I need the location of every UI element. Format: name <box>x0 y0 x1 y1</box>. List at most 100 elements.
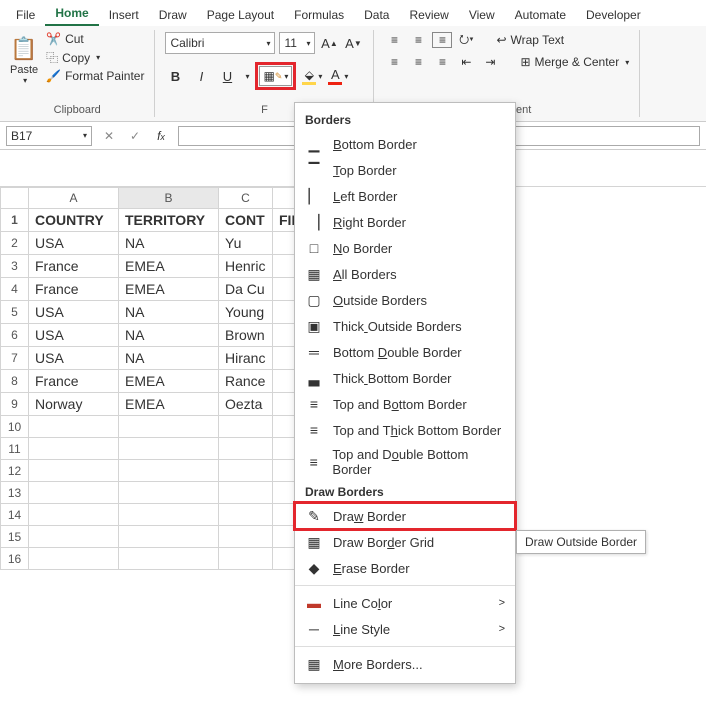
row-header[interactable]: 10 <box>1 416 29 438</box>
menu-item-draw-border[interactable]: ✎Draw Border <box>295 503 515 529</box>
increase-font-button[interactable]: A▲ <box>319 33 339 53</box>
cell[interactable]: USA <box>29 347 119 370</box>
cell[interactable]: USA <box>29 324 119 347</box>
menu-item-erase-border[interactable]: ◆Erase Border <box>295 555 515 581</box>
row-header[interactable]: 14 <box>1 504 29 526</box>
cell[interactable] <box>29 548 119 570</box>
align-center-button[interactable]: ≡ <box>408 54 428 70</box>
cell[interactable]: EMEA <box>119 370 219 393</box>
merge-center-button[interactable]: ⊞ Merge & Center ▾ <box>520 54 629 70</box>
font-size-select[interactable]: 11 ▾ <box>279 32 315 54</box>
cell[interactable] <box>29 526 119 548</box>
menu-item-thick-outside-borders[interactable]: ▣Thick Outside Borders <box>295 313 515 339</box>
copy-button[interactable]: ⿻ Copy ▾ <box>46 49 144 66</box>
tab-home[interactable]: Home <box>45 2 98 26</box>
wrap-text-button[interactable]: ↩ Wrap Text <box>496 32 564 48</box>
menu-item-top-and-thick-bottom-border[interactable]: ≡Top and Thick Bottom Border <box>295 417 515 443</box>
menu-item-right-border[interactable]: ▕Right Border <box>295 209 515 235</box>
menu-item-all-borders[interactable]: ▦All Borders <box>295 261 515 287</box>
align-bottom-button[interactable]: ≡ <box>432 32 452 48</box>
cell[interactable]: CONT <box>219 209 273 232</box>
font-color-button[interactable]: A▾ <box>328 67 348 85</box>
cell[interactable] <box>219 416 273 438</box>
cell[interactable]: Young <box>219 301 273 324</box>
cell[interactable] <box>29 416 119 438</box>
fill-color-button[interactable]: ⬙▾ <box>302 68 322 85</box>
row-header[interactable]: 8 <box>1 370 29 393</box>
underline-button[interactable]: U <box>217 66 237 86</box>
column-header-B[interactable]: B <box>119 188 219 209</box>
decrease-indent-button[interactable]: ⇤ <box>456 54 476 70</box>
cell[interactable] <box>219 460 273 482</box>
cell[interactable]: NA <box>119 347 219 370</box>
row-header[interactable]: 4 <box>1 278 29 301</box>
cell[interactable]: TERRITORY <box>119 209 219 232</box>
menu-item-more-borders-[interactable]: ▦More Borders... <box>295 651 515 677</box>
menu-item-top-border[interactable]: ▔Top Border <box>295 157 515 183</box>
cell[interactable]: Rance <box>219 370 273 393</box>
row-header[interactable]: 6 <box>1 324 29 347</box>
menu-item-top-and-double-bottom-border[interactable]: ≡Top and Double Bottom Border <box>295 443 515 481</box>
align-left-button[interactable]: ≡ <box>384 54 404 70</box>
menu-item-thick-bottom-border[interactable]: ▃Thick Bottom Border <box>295 365 515 391</box>
cell[interactable] <box>219 438 273 460</box>
menu-item-bottom-double-border[interactable]: ═Bottom Double Border <box>295 339 515 365</box>
row-header[interactable]: 16 <box>1 548 29 570</box>
row-header[interactable]: 2 <box>1 232 29 255</box>
tab-insert[interactable]: Insert <box>99 4 149 26</box>
cell[interactable] <box>119 438 219 460</box>
cell[interactable] <box>119 548 219 570</box>
cell[interactable]: Norway <box>29 393 119 416</box>
bold-button[interactable]: B <box>165 66 185 86</box>
cell[interactable] <box>219 548 273 570</box>
column-header-C[interactable]: C <box>219 188 273 209</box>
cell[interactable]: Hiranc <box>219 347 273 370</box>
increase-indent-button[interactable]: ⇥ <box>480 54 500 70</box>
cell[interactable]: Yu <box>219 232 273 255</box>
borders-dropdown-button[interactable]: ▦ ✎ ▾ <box>259 66 292 86</box>
menu-item-line-color[interactable]: ▬Line Color> <box>295 590 515 616</box>
tab-data[interactable]: Data <box>354 4 399 26</box>
menu-item-bottom-border[interactable]: ▁Bottom Border <box>295 131 515 157</box>
row-header[interactable]: 15 <box>1 526 29 548</box>
cell[interactable]: USA <box>29 301 119 324</box>
cell[interactable]: EMEA <box>119 393 219 416</box>
cell[interactable]: Henric <box>219 255 273 278</box>
italic-button[interactable]: I <box>191 66 211 86</box>
cell[interactable]: NA <box>119 232 219 255</box>
cell[interactable]: NA <box>119 324 219 347</box>
tab-draw[interactable]: Draw <box>149 4 197 26</box>
cell[interactable]: France <box>29 278 119 301</box>
format-painter-button[interactable]: 🖌️ Format Painter <box>46 69 144 83</box>
tab-view[interactable]: View <box>459 4 505 26</box>
row-header[interactable]: 9 <box>1 393 29 416</box>
cell[interactable]: Da Cu <box>219 278 273 301</box>
cell[interactable]: Brown <box>219 324 273 347</box>
cell[interactable]: COUNTRY <box>29 209 119 232</box>
cell[interactable] <box>29 482 119 504</box>
cell[interactable] <box>219 504 273 526</box>
menu-item-left-border[interactable]: ▏Left Border <box>295 183 515 209</box>
cell[interactable]: NA <box>119 301 219 324</box>
row-header[interactable]: 13 <box>1 482 29 504</box>
enter-formula-button[interactable]: ✓ <box>126 129 144 143</box>
cell[interactable]: EMEA <box>119 278 219 301</box>
font-name-select[interactable]: Calibri ▾ <box>165 32 275 54</box>
cell[interactable] <box>119 416 219 438</box>
align-right-button[interactable]: ≡ <box>432 54 452 70</box>
cancel-formula-button[interactable]: ✕ <box>100 129 118 143</box>
cell[interactable] <box>119 460 219 482</box>
tab-developer[interactable]: Developer <box>576 4 651 26</box>
tab-formulas[interactable]: Formulas <box>284 4 354 26</box>
paste-button[interactable]: 📋 Paste ▾ <box>10 32 38 85</box>
cell[interactable] <box>119 526 219 548</box>
tab-review[interactable]: Review <box>399 4 458 26</box>
row-header[interactable]: 1 <box>1 209 29 232</box>
menu-item-line-style[interactable]: ─Line Style> <box>295 616 515 642</box>
cut-button[interactable]: ✂️ Cut <box>46 32 144 46</box>
cell[interactable] <box>119 482 219 504</box>
menu-item-draw-border-grid[interactable]: ▦Draw Border Grid <box>295 529 515 555</box>
menu-item-no-border[interactable]: □No Border <box>295 235 515 261</box>
tab-page-layout[interactable]: Page Layout <box>197 4 284 26</box>
cell[interactable]: EMEA <box>119 255 219 278</box>
